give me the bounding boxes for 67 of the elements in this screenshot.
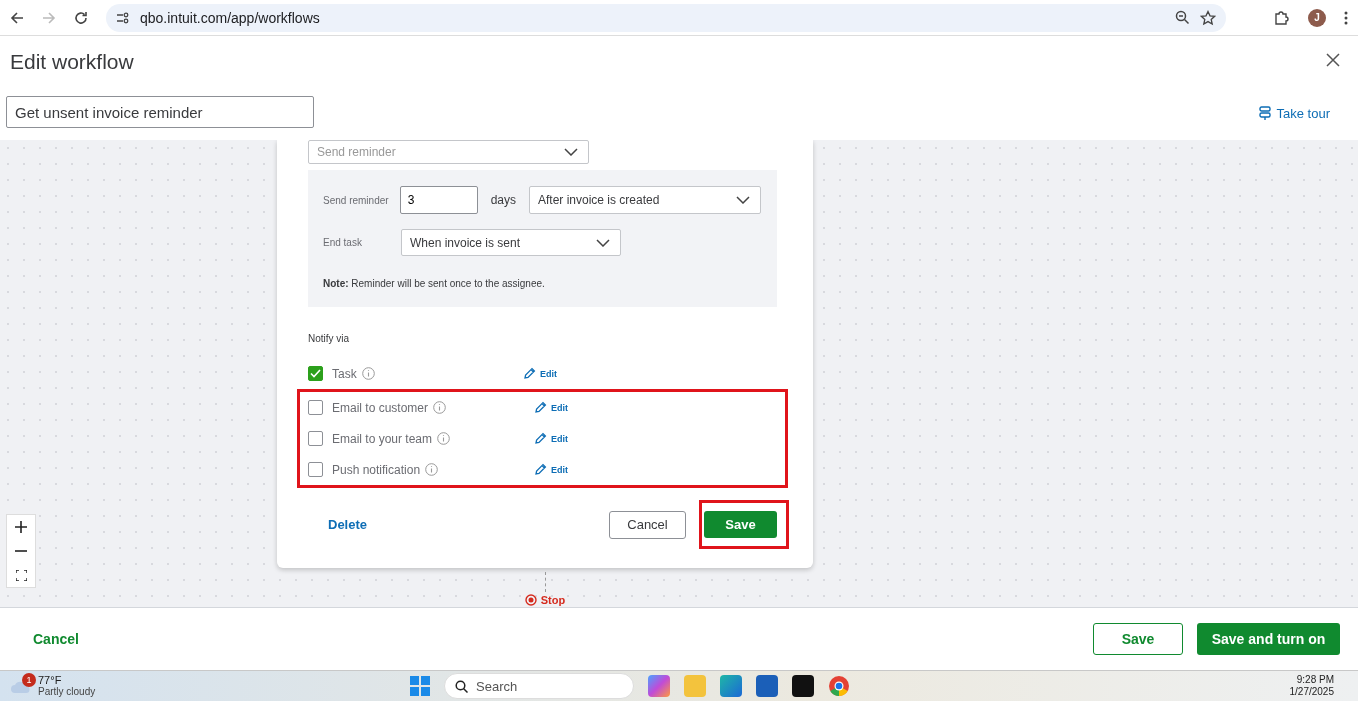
cancel-button[interactable]: Cancel — [609, 510, 686, 539]
fit-screen-icon — [15, 569, 27, 581]
option-label: Email to customer — [332, 400, 429, 415]
days-field[interactable]: 3 — [399, 186, 478, 214]
chevron-down-icon — [596, 238, 610, 247]
take-tour-link[interactable]: Take tour — [1258, 106, 1330, 121]
reload-button[interactable] — [74, 10, 88, 25]
pencil-icon — [534, 463, 547, 476]
info-icon[interactable] — [361, 367, 375, 380]
clock-date: 1/27/2025 — [1289, 686, 1334, 698]
chevron-down-icon — [564, 148, 578, 156]
checkbox[interactable] — [308, 400, 323, 415]
edit-link[interactable]: Edit — [534, 463, 570, 476]
section-label: Notify via — [308, 333, 351, 344]
pencil-icon — [534, 401, 547, 414]
clock-time: 9:28 PM — [1296, 674, 1334, 686]
search-icon — [455, 679, 468, 693]
edit-link[interactable]: Edit — [534, 432, 570, 445]
timing-select[interactable]: After invoice is created — [529, 186, 761, 214]
pencil-icon — [534, 432, 547, 445]
field-label: Send reminder — [323, 194, 390, 206]
plus-icon — [15, 521, 27, 533]
checkbox[interactable] — [308, 462, 323, 477]
action-select[interactable]: Send reminder — [308, 140, 589, 164]
zoom-out-icon[interactable] — [1175, 10, 1190, 25]
profile-avatar[interactable]: J — [1308, 8, 1326, 27]
notification-badge: 1 — [22, 673, 36, 687]
checkbox[interactable] — [308, 431, 323, 446]
page-title: Edit workflow — [10, 50, 134, 74]
save-button[interactable]: Save — [704, 511, 777, 538]
star-icon[interactable] — [1200, 9, 1216, 26]
menu-icon[interactable] — [1344, 10, 1348, 25]
end-task-select[interactable]: When invoice is sent — [401, 229, 621, 256]
edit-link[interactable]: Edit — [534, 401, 570, 414]
app-icon[interactable] — [792, 675, 814, 697]
pencil-icon — [523, 367, 536, 380]
site-settings-icon[interactable] — [116, 11, 130, 24]
checkbox[interactable] — [308, 366, 323, 381]
weather-text: Partly cloudy — [38, 686, 96, 698]
stop-icon — [524, 594, 537, 606]
temperature-text: 77°F — [38, 674, 63, 686]
save-button[interactable]: Save — [1093, 623, 1183, 655]
unit-label: days — [490, 193, 516, 207]
delete-link[interactable]: Delete — [308, 517, 368, 532]
save-and-turn-on-button[interactable]: Save and turn on — [1197, 623, 1340, 655]
taskbar-search[interactable]: Search — [444, 673, 634, 699]
chevron-down-icon — [736, 196, 750, 204]
option-label: Email to your team — [332, 431, 433, 446]
workflow-name-field[interactable]: Get unsent invoice reminder — [6, 96, 314, 128]
back-button[interactable] — [10, 10, 24, 25]
option-label: Push notification — [332, 462, 421, 477]
note-text: Note: Reminder will be sent once to the assignee. — [323, 278, 546, 289]
field-label: End task — [323, 237, 363, 248]
info-icon[interactable] — [433, 401, 447, 414]
chrome-icon[interactable] — [828, 675, 850, 697]
option-label: Task — [332, 366, 357, 381]
address-bar[interactable]: qbo.intuit.com/app/workflows — [106, 3, 1226, 32]
windows-start-icon[interactable] — [410, 676, 430, 696]
url-text: qbo.intuit.com/app/workflows — [140, 9, 321, 26]
puzzle-icon[interactable] — [1274, 9, 1290, 26]
info-icon[interactable] — [425, 463, 439, 476]
cancel-link[interactable]: Cancel — [33, 631, 79, 647]
signpost-icon — [1258, 106, 1271, 121]
stop-node[interactable]: Stop — [524, 594, 566, 606]
close-button[interactable] — [1326, 53, 1340, 67]
edit-link[interactable]: Edit — [523, 367, 559, 380]
info-icon[interactable] — [437, 432, 451, 445]
